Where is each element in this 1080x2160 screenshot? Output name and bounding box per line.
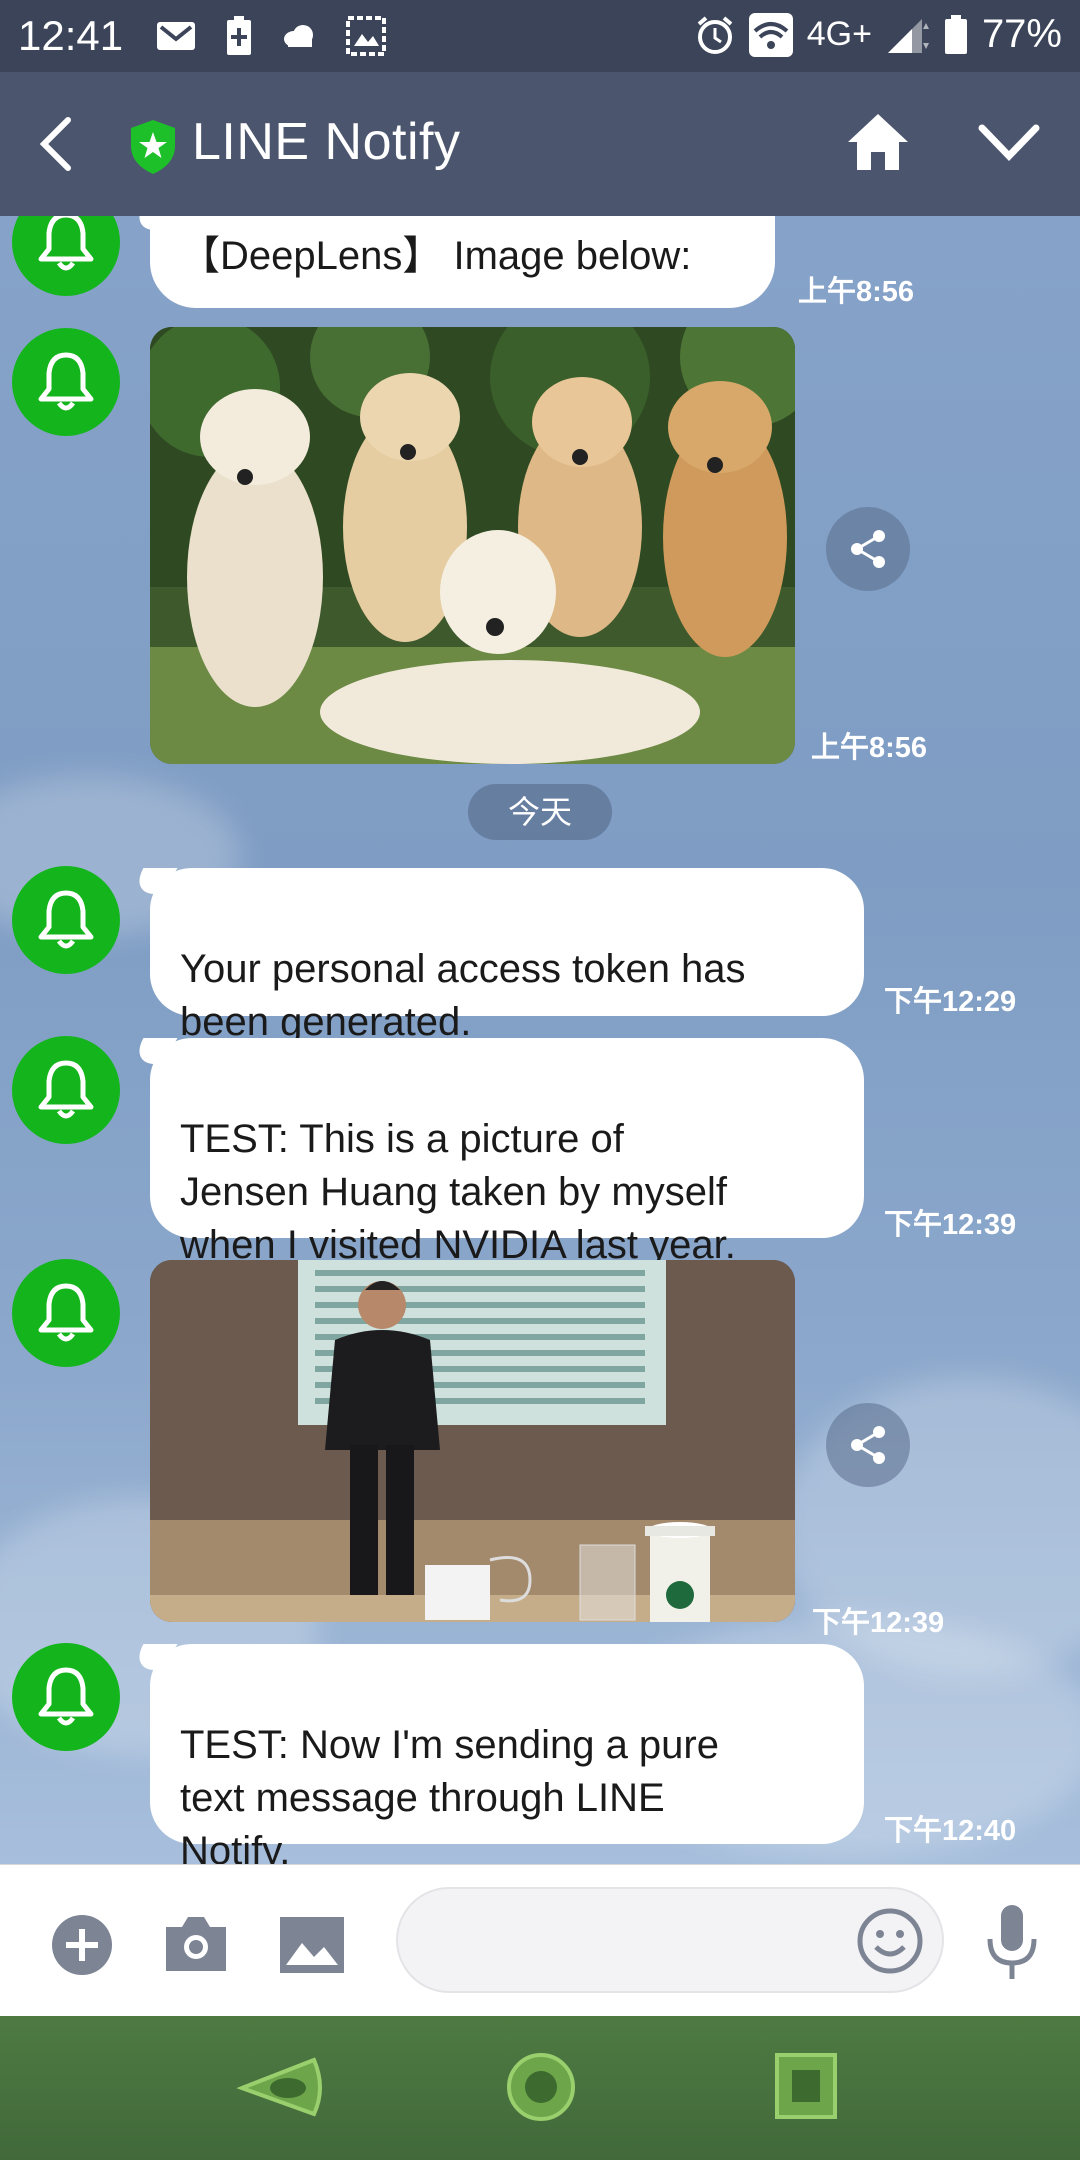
message-time: 下午12:40 — [884, 1815, 1017, 1847]
shield-star-icon — [131, 120, 175, 174]
message-bubble[interactable]: TEST: This is a picture of Jensen Huang … — [150, 1038, 864, 1267]
bell-icon — [38, 216, 94, 271]
chat-title: LINE Notify — [192, 113, 461, 171]
share-button[interactable] — [826, 1403, 910, 1487]
message-input-bar — [0, 1864, 1080, 2016]
bot-avatar[interactable] — [12, 866, 120, 974]
message-time: 上午8:56 — [811, 732, 928, 764]
bell-icon — [38, 1667, 94, 1726]
system-nav-bar — [0, 2016, 1080, 2160]
message-text: 【DeepLens】 Image below: — [180, 234, 692, 278]
bot-avatar[interactable] — [12, 328, 120, 436]
wifi-icon — [748, 12, 793, 57]
status-icons-left — [156, 16, 386, 56]
back-icon[interactable] — [236, 2052, 326, 2122]
message-bubble[interactable]: TEST: Now I'm sending a pure text messag… — [150, 1644, 864, 1864]
message-text: TEST: This is a picture of Jensen Huang … — [180, 1117, 736, 1267]
message-text: Your personal access token has been gene… — [180, 947, 746, 1044]
status-bar: 12:41 4G+ 77% — [0, 0, 1080, 72]
share-icon — [851, 530, 885, 568]
chat-header: LINE Notify — [0, 72, 1080, 216]
date-divider: 今天 — [468, 784, 612, 840]
presenter-photo — [150, 1260, 795, 1622]
chevron-down-icon[interactable] — [978, 122, 1040, 162]
bell-icon — [38, 1060, 94, 1119]
microphone-icon[interactable] — [984, 1903, 1040, 1981]
share-button[interactable] — [826, 507, 910, 591]
gallery-icon[interactable] — [278, 1915, 346, 1975]
chevron-left-icon[interactable] — [36, 116, 76, 172]
message-time: 下午12:39 — [812, 1607, 945, 1639]
network-type: 4G+ — [806, 15, 872, 53]
gmail-icon — [157, 22, 195, 50]
image-icon — [346, 16, 386, 56]
message-time: 下午12:39 — [884, 1209, 1017, 1241]
alarm-icon — [697, 15, 733, 54]
message-input[interactable] — [396, 1887, 944, 1993]
signal-icon — [887, 18, 929, 53]
battery-percent: 77% — [981, 12, 1062, 56]
bot-avatar[interactable] — [12, 1036, 120, 1144]
message-time: 上午8:56 — [798, 276, 915, 308]
camera-icon[interactable] — [162, 1913, 230, 1975]
recents-icon[interactable] — [774, 2052, 838, 2120]
home-icon[interactable] — [846, 112, 910, 172]
message-time: 下午12:29 — [884, 986, 1017, 1018]
battery-icon — [944, 14, 967, 54]
message-image[interactable] — [150, 1260, 795, 1622]
dogs-photo — [150, 327, 795, 764]
chat-area[interactable]: 【DeepLens】 Image below: 上午8:56 上午8:56 今天… — [0, 216, 1080, 1864]
battery-saver-icon — [227, 16, 251, 55]
bot-avatar[interactable] — [12, 1259, 120, 1367]
bell-icon — [38, 1283, 94, 1342]
smiley-icon[interactable] — [856, 1907, 924, 1975]
status-time: 12:41 — [18, 12, 124, 59]
bot-avatar[interactable] — [12, 1643, 120, 1751]
home-icon[interactable] — [506, 2052, 576, 2122]
status-icons-right: 4G+ 77% — [695, 12, 1062, 57]
bot-avatar[interactable] — [12, 216, 120, 296]
bell-icon — [38, 352, 94, 411]
bell-icon — [38, 890, 94, 949]
message-bubble[interactable]: 【DeepLens】 Image below: — [150, 216, 775, 308]
message-text: TEST: Now I'm sending a pure text messag… — [180, 1723, 719, 1864]
cloud-icon — [284, 25, 313, 47]
message-image[interactable] — [150, 327, 795, 764]
share-icon — [851, 1426, 885, 1464]
plus-icon[interactable] — [50, 1913, 114, 1977]
message-bubble[interactable]: Your personal access token has been gene… — [150, 868, 864, 1044]
